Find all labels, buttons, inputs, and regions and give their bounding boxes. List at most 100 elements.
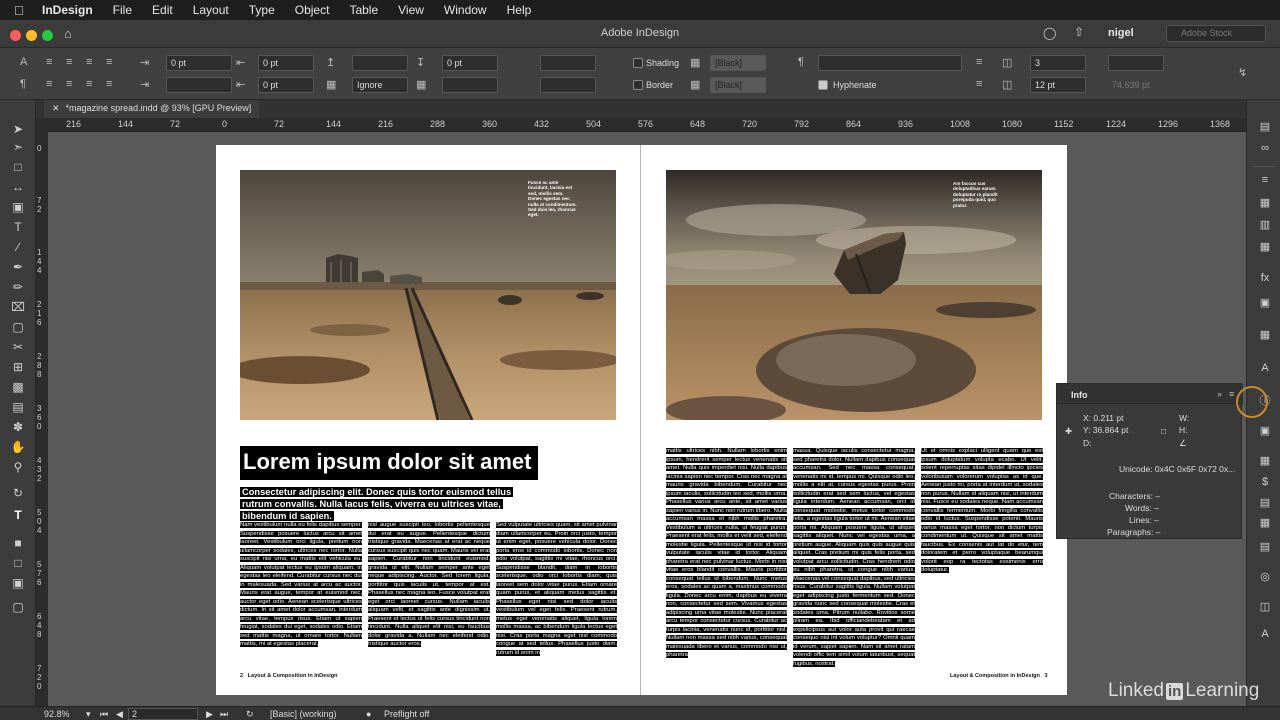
align-right-icon[interactable]: ≡ bbox=[86, 56, 92, 68]
document-tab[interactable]: ✕ *magazine spread.indd @ 93% [GPU Previe… bbox=[44, 100, 260, 118]
menu-layout[interactable]: Layout bbox=[193, 3, 229, 17]
screen-mode-icon[interactable]: ▣ bbox=[10, 576, 26, 590]
preflight-status[interactable]: Preflight off bbox=[384, 709, 429, 719]
character-formatting-icon[interactable]: A bbox=[20, 56, 27, 68]
object-styles-icon[interactable]: ▣ bbox=[1257, 296, 1273, 309]
vertical-ruler[interactable]: 0 7 2 1 4 4 2 1 6 2 8 8 3 6 0 4 3 2 5 0 4 5 7 6 6… bbox=[36, 132, 48, 706]
page-number-field[interactable]: 2 bbox=[128, 708, 198, 720]
next-page-icon[interactable]: ▶ bbox=[206, 709, 213, 720]
gutter-field[interactable]: 12 pt bbox=[1030, 77, 1086, 93]
previous-page-icon[interactable]: ◀ bbox=[116, 709, 123, 720]
lightbulb-icon[interactable]: ◯ bbox=[1043, 26, 1056, 40]
character-styles-icon[interactable]: ▦ bbox=[1257, 328, 1273, 341]
menu-edit[interactable]: Edit bbox=[152, 3, 173, 17]
menu-window[interactable]: Window bbox=[444, 3, 487, 17]
eyedropper-tool-icon[interactable]: ✽ bbox=[10, 420, 26, 434]
ruler-origin[interactable] bbox=[36, 118, 48, 132]
numbering-icon[interactable]: ≡ bbox=[976, 78, 982, 90]
menu-file[interactable]: File bbox=[113, 3, 132, 17]
border-swatch[interactable]: [Black] bbox=[710, 77, 766, 93]
user-account-menu[interactable]: nigel bbox=[1108, 27, 1134, 39]
left-photo-caption[interactable]: Fusce ac ante tincidunt, lacinia est sed… bbox=[528, 180, 578, 218]
selection-tool-icon[interactable]: ➤ bbox=[10, 122, 26, 136]
line-tool-icon[interactable]: ∕ bbox=[10, 240, 26, 254]
text-wrap-icon[interactable]: ▤ bbox=[1257, 540, 1273, 553]
layers-panel-icon[interactable]: ≡ bbox=[1257, 174, 1273, 186]
menu-table[interactable]: Table bbox=[349, 3, 378, 17]
article-heading[interactable]: Lorem ipsum dolor sit amet bbox=[240, 446, 538, 480]
align-left-icon[interactable]: ≡ bbox=[46, 56, 52, 68]
hand-tool-icon[interactable]: ✋ bbox=[10, 440, 26, 454]
zoom-tool-icon[interactable]: ⚲ bbox=[10, 460, 26, 474]
color-panel-icon[interactable]: ▦ bbox=[1257, 240, 1273, 253]
baseline-field[interactable] bbox=[540, 77, 596, 93]
gap-tool-icon[interactable]: ↔ bbox=[10, 180, 26, 194]
text-column-1[interactable]: Nam vestibulum nulla eu felis dapibus se… bbox=[240, 521, 362, 667]
hyphenate-checkbox[interactable] bbox=[818, 80, 828, 90]
free-transform-tool-icon[interactable]: ⊞ bbox=[10, 360, 26, 374]
note-tool-icon[interactable]: ▤ bbox=[10, 400, 26, 414]
lightning-icon[interactable]: ↯ bbox=[1238, 66, 1247, 79]
content-collector-icon[interactable]: ▣ bbox=[10, 200, 26, 214]
paragraph-formatting-icon[interactable]: ¶ bbox=[20, 78, 26, 90]
text-column-2[interactable]: nisl augue suscipit leo, lobortis pellen… bbox=[368, 521, 490, 667]
paragraph-style-select[interactable] bbox=[818, 55, 962, 71]
cc-libraries-icon[interactable]: ▤ bbox=[1257, 496, 1273, 509]
drop-cap-chars-field[interactable] bbox=[540, 55, 596, 71]
adobe-stock-search[interactable]: Adobe Stock bbox=[1166, 25, 1266, 42]
first-page-icon[interactable]: ⏮ bbox=[100, 709, 108, 720]
gradient-panel-icon[interactable]: ▣ bbox=[1257, 424, 1273, 437]
paragraph-styles-icon[interactable]: A bbox=[1257, 362, 1273, 374]
last-page-icon[interactable]: ⏭ bbox=[220, 709, 228, 720]
menu-help[interactable]: Help bbox=[507, 3, 532, 17]
align-panel-icon[interactable]: ◎ bbox=[1257, 570, 1273, 583]
shading-checkbox[interactable] bbox=[633, 58, 643, 68]
info-panel-header[interactable]: Info » ≡ bbox=[1057, 384, 1243, 404]
left-indent-field[interactable]: 0 pt bbox=[166, 55, 232, 71]
refresh-icon[interactable]: ↻ bbox=[246, 709, 254, 720]
panel-menu-icon[interactable]: ≡ bbox=[1229, 389, 1234, 399]
align-to-grid-select[interactable]: Ignore bbox=[352, 77, 408, 93]
justify-all-icon[interactable]: ≡ bbox=[86, 78, 92, 90]
horizontal-ruler[interactable]: 216 144 72 0 72 144 216 288 360 432 504 576 648 720 79… bbox=[48, 118, 1246, 132]
right-photo-caption[interactable]: Am faccus cus doluptatibus earum dolupta… bbox=[953, 181, 999, 208]
pathfinder-panel-icon[interactable]: ▦ bbox=[1257, 454, 1273, 467]
justify-center-icon[interactable]: ≡ bbox=[66, 78, 72, 90]
justify-icon[interactable]: ≡ bbox=[106, 56, 112, 68]
share-icon[interactable]: ⇧ bbox=[1074, 25, 1084, 39]
menu-object[interactable]: Object bbox=[295, 3, 330, 17]
working-profile[interactable]: [Basic] (working) bbox=[270, 709, 337, 719]
swap-colors-icon[interactable]: ↻ bbox=[10, 486, 26, 500]
pencil-tool-icon[interactable]: ✏ bbox=[10, 280, 26, 294]
dollar-panel-icon[interactable]: $ bbox=[1257, 476, 1273, 488]
view-mode-icon[interactable]: □ bbox=[10, 556, 26, 570]
menu-type[interactable]: Type bbox=[249, 3, 275, 17]
gradient-tool-icon[interactable]: ▩ bbox=[10, 380, 26, 394]
glyphs-panel-icon[interactable]: ◫ bbox=[1257, 600, 1273, 613]
menu-view[interactable]: View bbox=[398, 3, 424, 17]
columns-field[interactable]: 3 bbox=[1030, 55, 1086, 71]
pen-tool-icon[interactable]: ✒ bbox=[10, 260, 26, 274]
stroke-panel-icon[interactable]: ▦ bbox=[1257, 196, 1273, 209]
drop-cap-lines-field[interactable] bbox=[442, 77, 498, 93]
rectangle-tool-icon[interactable]: ▢ bbox=[10, 320, 26, 334]
scissors-tool-icon[interactable]: ✂ bbox=[10, 340, 26, 354]
text-column-3[interactable]: Sed vulputate ultricies quam, sit amet p… bbox=[496, 521, 617, 667]
bullets-icon[interactable]: ≡ bbox=[976, 56, 982, 68]
space-after-field[interactable]: 0 pt bbox=[442, 55, 498, 71]
zoom-level[interactable]: 92.8% bbox=[44, 709, 70, 719]
page-tool-icon[interactable]: □ bbox=[10, 160, 26, 174]
apple-icon[interactable]:  bbox=[14, 3, 28, 18]
direct-selection-tool-icon[interactable]: ➣ bbox=[10, 140, 26, 154]
formatting-affects-text-icon[interactable]: T bbox=[10, 508, 26, 522]
align-center-icon[interactable]: ≡ bbox=[66, 56, 72, 68]
article-subhead[interactable]: Consectetur adipiscing elit. Donec quis … bbox=[240, 486, 540, 522]
right-indent-field[interactable]: 0 pt bbox=[258, 55, 314, 71]
cc-type-icon[interactable]: A bbox=[1257, 628, 1273, 640]
swatches-panel-icon[interactable]: ▥ bbox=[1257, 218, 1273, 231]
last-line-indent-field[interactable]: 0 pt bbox=[258, 77, 314, 93]
text-column-6[interactable]: Ut et omnis explaci ulligent quam que es… bbox=[921, 447, 1043, 575]
effects-panel-icon[interactable]: fx bbox=[1257, 272, 1273, 284]
first-line-indent-field[interactable] bbox=[166, 77, 232, 93]
pages-panel-icon[interactable]: ▤ bbox=[1257, 120, 1273, 133]
